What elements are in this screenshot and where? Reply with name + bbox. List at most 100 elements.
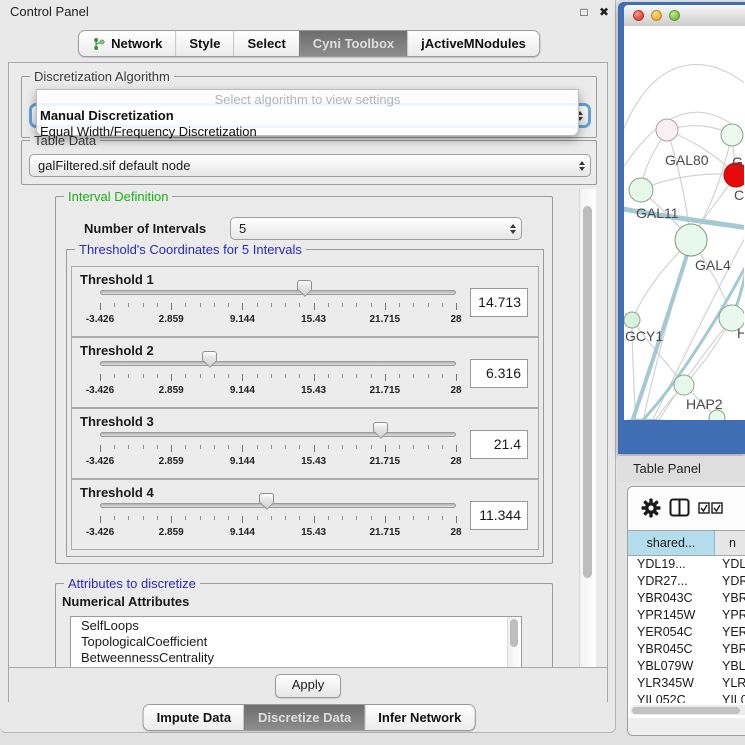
column-header-name[interactable]: n xyxy=(715,531,745,555)
table-panel-title: Table Panel xyxy=(633,461,701,476)
apply-strip: Apply xyxy=(9,667,607,703)
network-canvas[interactable]: GAL80 GA C GAL11 GAL4 GCY1 H HAP2 xyxy=(624,26,745,420)
tab-cyni-toolbox[interactable]: Cyni Toolbox xyxy=(299,31,407,56)
cell-name[interactable]: YBR0 xyxy=(715,641,745,658)
scrollbar-thumb[interactable] xyxy=(632,707,740,714)
node[interactable] xyxy=(629,178,653,202)
scrollbar-thumb[interactable] xyxy=(583,206,592,578)
cell-shared-name[interactable]: YBL079W xyxy=(628,658,715,675)
group-title: Discretization Algorithm xyxy=(30,69,174,84)
attributes-list[interactable]: SelfLoopsTopologicalCoefficientBetweenne… xyxy=(70,616,522,667)
node[interactable] xyxy=(656,119,678,141)
tab-jactivemnodules[interactable]: jActiveMNodules xyxy=(407,31,539,56)
slider-tick-labels: -3.4262.8599.14415.4321.71528 xyxy=(100,385,456,397)
slider-track[interactable] xyxy=(100,503,456,508)
slider-thumb[interactable] xyxy=(373,422,388,432)
tab-discretize-data[interactable]: Discretize Data xyxy=(244,705,364,730)
scrollbar-thumb[interactable] xyxy=(510,619,518,647)
tab-network[interactable]: Network xyxy=(79,31,175,56)
node[interactable] xyxy=(675,224,707,256)
table-row[interactable]: YDL19...YDL1 xyxy=(628,556,745,573)
column-header-shared-name[interactable]: shared... xyxy=(628,531,715,555)
table-row[interactable]: YBR045CYBR0 xyxy=(628,641,745,658)
slider-track[interactable] xyxy=(100,432,456,437)
cell-shared-name[interactable]: YIL052C xyxy=(628,692,715,703)
slider-thumb[interactable] xyxy=(259,493,274,503)
threshold-slider[interactable]: -3.4262.8599.14415.4321.71528 xyxy=(100,409,456,479)
cell-name[interactable]: YBR0 xyxy=(715,590,745,607)
tab-select[interactable]: Select xyxy=(233,31,298,56)
cell-name[interactable]: YBL0 xyxy=(715,658,745,675)
dropdown-hint: Select algorithm to view settings xyxy=(37,90,578,107)
threshold-value-field[interactable]: 6.316 xyxy=(470,359,528,388)
table-toolbar xyxy=(628,487,745,530)
split-columns-icon[interactable] xyxy=(669,498,690,522)
cell-name[interactable]: YDL1 xyxy=(715,556,745,573)
control-panel-window: Control Panel □ ✖ NetworkStyleSelectCyni… xyxy=(0,0,616,733)
cell-shared-name[interactable]: YBR045C xyxy=(628,641,715,658)
minimize-traffic-light-icon[interactable] xyxy=(651,10,662,21)
cell-shared-name[interactable]: YDR27... xyxy=(628,573,715,590)
cell-shared-name[interactable]: YDL19... xyxy=(628,556,715,573)
cell-shared-name[interactable]: YER054C xyxy=(628,624,715,641)
threshold-value-field[interactable]: 11.344 xyxy=(470,501,528,530)
settings-vertical-scrollbar[interactable] xyxy=(579,189,596,667)
tab-label: Network xyxy=(111,36,162,51)
cell-name[interactable]: YER0 xyxy=(715,624,745,641)
attribute-list-item[interactable]: TopologicalCoefficient xyxy=(71,633,521,649)
table-row[interactable]: YER054CYER0 xyxy=(628,624,745,641)
number-of-intervals-label: Number of Intervals xyxy=(84,221,206,236)
number-of-intervals-combobox[interactable]: 5 xyxy=(230,217,522,240)
tab-infer-network[interactable]: Infer Network xyxy=(364,705,474,730)
table-row[interactable]: YIL052CYIL0 xyxy=(628,692,745,703)
attribute-list-item[interactable]: BetweennessCentrality xyxy=(71,649,521,665)
cell-name[interactable]: YIL0 xyxy=(715,692,745,703)
node[interactable] xyxy=(674,375,694,395)
threshold-slider[interactable]: -3.4262.8599.14415.4321.71528 xyxy=(100,480,456,550)
close-traffic-light-icon[interactable] xyxy=(633,10,644,21)
cell-shared-name[interactable]: YPR145W xyxy=(628,607,715,624)
select-columns-checkboxes-icon[interactable] xyxy=(698,501,724,519)
threshold-value-field[interactable]: 21.4 xyxy=(470,430,528,459)
tab-label: Discretize Data xyxy=(258,710,351,725)
slider-ticks xyxy=(100,303,456,311)
cell-shared-name[interactable]: YBR043C xyxy=(628,590,715,607)
table-panel-titlebar: Table Panel xyxy=(618,456,745,482)
network-view-window: GAL80 GA C GAL11 GAL4 GCY1 H HAP2 xyxy=(618,2,745,454)
node-label: H xyxy=(737,325,744,341)
tab-label: Select xyxy=(247,36,285,51)
table-horizontal-scrollbar[interactable] xyxy=(630,705,745,715)
threshold-value-field[interactable]: 14.713 xyxy=(470,288,528,317)
threshold-slider[interactable]: -3.4262.8599.14415.4321.71528 xyxy=(100,267,456,337)
node[interactable] xyxy=(624,312,640,328)
close-window-icon[interactable]: ✖ xyxy=(596,4,612,20)
attributes-list-scrollbar[interactable] xyxy=(507,617,521,667)
slider-thumb[interactable] xyxy=(202,351,217,361)
float-window-icon[interactable]: □ xyxy=(576,4,592,20)
cell-name[interactable]: YPR1 xyxy=(715,607,745,624)
attribute-list-item[interactable]: SelfLoops xyxy=(71,617,521,633)
tab-style[interactable]: Style xyxy=(175,31,233,56)
table-row[interactable]: YLR345WYLR3 xyxy=(628,675,745,692)
node[interactable] xyxy=(721,124,743,146)
slider-track[interactable] xyxy=(100,290,456,295)
slider-thumb[interactable] xyxy=(297,280,312,290)
table-row[interactable]: YDR27...YDR2 xyxy=(628,573,745,590)
threshold-slider[interactable]: -3.4262.8599.14415.4321.71528 xyxy=(100,338,456,408)
zoom-traffic-light-icon[interactable] xyxy=(669,10,680,21)
cell-name[interactable]: YLR3 xyxy=(715,675,745,692)
table-row[interactable]: YBL079WYBL0 xyxy=(628,658,745,675)
group-title: Interval Definition xyxy=(64,189,172,204)
dropdown-option-equal-width-frequency[interactable]: Equal Width/Frequency Discretization xyxy=(37,123,578,139)
apply-button[interactable]: Apply xyxy=(275,674,341,698)
table-data-combobox[interactable]: galFiltered.sif default node xyxy=(29,154,591,177)
cell-name[interactable]: YDR2 xyxy=(715,573,745,590)
gear-icon[interactable] xyxy=(641,498,661,523)
tab-impute-data[interactable]: Impute Data xyxy=(144,705,244,730)
dropdown-option-manual-discretization[interactable]: Manual Discretization xyxy=(37,107,578,123)
slider-track[interactable] xyxy=(100,361,456,366)
cell-shared-name[interactable]: YLR345W xyxy=(628,675,715,692)
network-icon xyxy=(92,37,106,51)
table-row[interactable]: YBR043CYBR0 xyxy=(628,590,745,607)
table-row[interactable]: YPR145WYPR1 xyxy=(628,607,745,624)
